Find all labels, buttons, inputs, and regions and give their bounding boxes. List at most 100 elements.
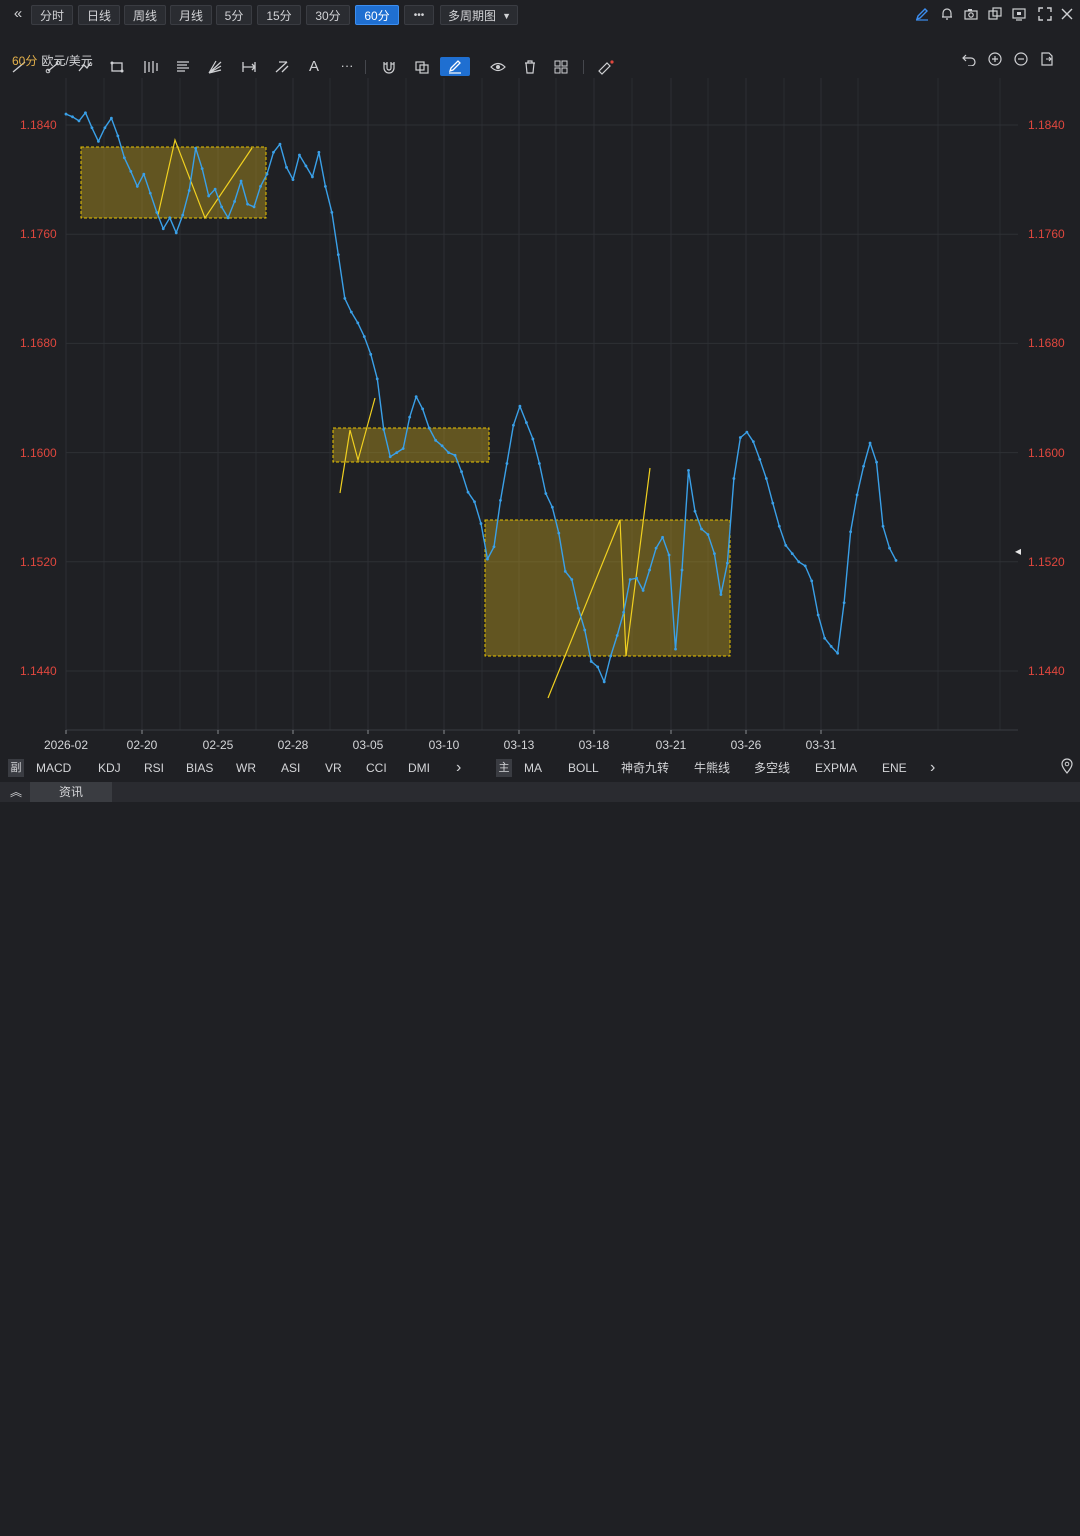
period-button-30m[interactable]: 30分 <box>306 5 350 25</box>
more-periods-button[interactable]: ••• <box>404 5 434 25</box>
period-button-fenshi[interactable]: 分时 <box>31 5 73 25</box>
main-indicator-next-icon[interactable]: › <box>930 760 935 776</box>
camera-icon[interactable] <box>964 7 978 21</box>
main-indicator-4[interactable]: 多空线 <box>754 760 790 776</box>
sub-indicator-wr[interactable]: WR <box>236 760 256 776</box>
main-indicator-3[interactable]: 牛熊线 <box>694 760 730 776</box>
price-point <box>693 509 697 513</box>
main-indicator-6[interactable]: ENE <box>882 760 907 776</box>
price-point <box>369 352 373 356</box>
price-point <box>278 142 282 146</box>
price-point <box>155 210 159 214</box>
sub-indicator-vr[interactable]: VR <box>325 760 342 776</box>
sub-indicator-macd[interactable]: MACD <box>36 760 71 776</box>
price-point <box>602 680 606 684</box>
price-point <box>239 179 243 183</box>
x-tick-label-2: 02-25 <box>202 738 234 752</box>
price-point <box>512 423 515 427</box>
sub-indicator-bias[interactable]: BIAS <box>186 760 213 776</box>
sub-indicator-dmi[interactable]: DMI <box>408 760 430 776</box>
period-button-week[interactable]: 周线 <box>124 5 166 25</box>
price-point <box>272 150 275 154</box>
price-point <box>842 601 846 605</box>
zoom-out-icon[interactable] <box>1014 52 1028 66</box>
main-indicator-tag: 主 <box>496 759 512 777</box>
close-icon[interactable] <box>1060 7 1074 21</box>
news-tab[interactable]: 资讯 <box>30 782 112 802</box>
period-button-15m[interactable]: 15分 <box>257 5 301 25</box>
price-point <box>862 464 865 468</box>
price-point <box>823 636 827 640</box>
x-tick-label-4: 03-05 <box>352 738 384 752</box>
symbol-period: 60分 <box>12 54 38 68</box>
multi-period-dropdown[interactable]: 多周期图 ▼ <box>440 5 518 25</box>
main-indicator-5[interactable]: EXPMA <box>815 760 857 776</box>
drawn-rectangle-2 <box>332 427 490 463</box>
price-chart[interactable] <box>0 70 1080 738</box>
period-button-5m[interactable]: 5分 <box>216 5 252 25</box>
price-point <box>434 438 438 442</box>
price-point <box>628 578 632 581</box>
price-point <box>583 628 587 632</box>
price-point <box>797 560 801 564</box>
price-point <box>259 185 262 188</box>
price-point <box>622 610 626 614</box>
price-point <box>349 310 353 314</box>
footer-bar <box>0 782 1080 802</box>
zoom-in-icon[interactable] <box>988 52 1002 66</box>
price-point <box>375 377 379 381</box>
main-indicator-0[interactable]: MA <box>524 760 542 776</box>
price-point <box>836 651 840 655</box>
price-point <box>460 470 463 474</box>
x-tick-label-8: 03-21 <box>655 738 687 752</box>
pencil-icon[interactable] <box>915 7 929 21</box>
y-tick-label-right-5: 1.1440 <box>1028 664 1065 678</box>
period-button-day[interactable]: 日线 <box>78 5 120 25</box>
sub-indicator-rsi[interactable]: RSI <box>144 760 164 776</box>
price-point <box>168 216 172 220</box>
price-point <box>395 451 399 454</box>
price-point <box>524 421 528 424</box>
location-pin-icon[interactable] <box>1060 758 1074 774</box>
price-point <box>745 430 749 434</box>
price-point <box>570 578 574 581</box>
y-tick-label-left-2: 1.1680 <box>20 336 57 351</box>
y-tick-label-right-4: 1.1520 <box>1028 554 1065 569</box>
price-point <box>726 561 729 565</box>
undo-icon[interactable] <box>962 52 976 66</box>
y-tick-label-left-0: 1.1840 <box>20 118 57 132</box>
window-icon[interactable] <box>1012 7 1026 21</box>
price-point <box>116 134 120 138</box>
x-tick-label-0: 2026-02 <box>43 738 89 752</box>
y-tick-label-left-1: 1.1760 <box>20 227 57 242</box>
price-point <box>777 524 781 528</box>
sub-indicator-kdj[interactable]: KDJ <box>98 760 121 776</box>
sub-indicator-asi[interactable]: ASI <box>281 760 300 776</box>
price-point <box>654 546 658 550</box>
price-point <box>336 253 340 257</box>
price-point <box>816 613 820 617</box>
sub-indicator-next-icon[interactable]: › <box>456 760 461 776</box>
export-icon[interactable] <box>1040 52 1054 66</box>
copy-icon[interactable] <box>988 7 1002 21</box>
x-tick-label-7: 03-18 <box>578 738 610 752</box>
price-point <box>265 172 269 176</box>
fullscreen-icon[interactable] <box>1038 7 1052 21</box>
main-indicator-1[interactable]: BOLL <box>568 760 599 776</box>
price-point <box>732 477 736 480</box>
symbol-title: 60分 欧元/美元 <box>12 52 93 69</box>
drawn-rectangle-3 <box>484 519 731 657</box>
period-button-month[interactable]: 月线 <box>170 5 212 25</box>
bell-icon[interactable] <box>940 7 954 21</box>
price-point <box>343 296 347 300</box>
double-chevron-left-icon[interactable]: « <box>10 6 26 22</box>
period-button-60m[interactable]: 60分 <box>355 5 399 25</box>
price-point <box>855 493 859 497</box>
price-point <box>129 170 133 173</box>
sub-indicator-cci[interactable]: CCI <box>366 760 387 776</box>
double-chevron-up-icon[interactable]: ︽ <box>8 784 24 800</box>
price-point <box>661 535 664 539</box>
price-point <box>667 553 671 557</box>
main-indicator-2[interactable]: 神奇九转 <box>621 760 669 776</box>
price-point <box>751 440 755 444</box>
